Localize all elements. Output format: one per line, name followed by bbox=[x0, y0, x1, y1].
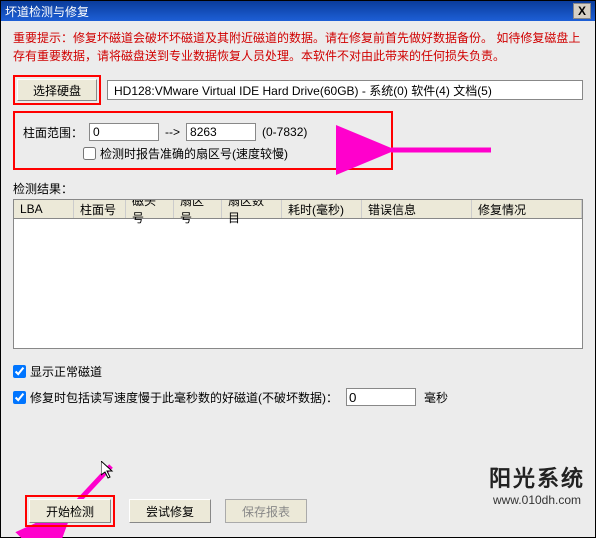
results-label: 检测结果： bbox=[13, 180, 583, 197]
slow-ms-input[interactable] bbox=[346, 388, 416, 406]
try-repair-button[interactable]: 尝试修复 bbox=[129, 499, 211, 523]
watermark-title: 阳光系统 bbox=[489, 461, 585, 493]
th-head[interactable]: 磁头号 bbox=[126, 200, 174, 218]
th-error[interactable]: 错误信息 bbox=[362, 200, 472, 218]
th-time[interactable]: 耗时(毫秒) bbox=[282, 200, 362, 218]
select-disk-button[interactable]: 选择硬盘 bbox=[17, 79, 97, 101]
include-slow-label: 修复时包括读写速度慢于此毫秒数的好磁道(不破坏数据)： bbox=[30, 389, 338, 406]
th-sector-count[interactable]: 扇区数目 bbox=[222, 200, 282, 218]
range-arrow: --> bbox=[165, 125, 180, 139]
accurate-sector-label: 检测时报告准确的扇区号(速度较慢) bbox=[100, 145, 288, 162]
range-to-input[interactable] bbox=[186, 123, 256, 141]
window-title: 坏道检测与修复 bbox=[5, 3, 573, 20]
accurate-sector-checkbox[interactable] bbox=[83, 147, 96, 160]
annotation-arrow-1 bbox=[381, 141, 491, 159]
range-label: 柱面范围： bbox=[23, 124, 83, 141]
include-slow-checkbox[interactable] bbox=[13, 391, 26, 404]
th-lba[interactable]: LBA bbox=[14, 200, 74, 218]
th-sector[interactable]: 扇区号 bbox=[174, 200, 222, 218]
show-normal-checkbox[interactable] bbox=[13, 365, 26, 378]
range-hint: (0-7832) bbox=[262, 125, 307, 139]
th-cylinder[interactable]: 柱面号 bbox=[74, 200, 126, 218]
watermark-url: www.010dh.com bbox=[489, 493, 585, 507]
slow-ms-unit: 毫秒 bbox=[424, 389, 448, 406]
th-repair[interactable]: 修复情况 bbox=[472, 200, 582, 218]
range-from-input[interactable] bbox=[89, 123, 159, 141]
warning-text: 重要提示：修复坏磁道会破坏坏磁道及其附近磁道的数据。请在修复前首先做好数据备份。… bbox=[13, 29, 583, 65]
start-scan-button[interactable]: 开始检测 bbox=[29, 499, 111, 523]
table-header: LBA 柱面号 磁头号 扇区号 扇区数目 耗时(毫秒) 错误信息 修复情况 bbox=[14, 200, 582, 219]
watermark: 阳光系统 www.010dh.com bbox=[489, 461, 585, 507]
disk-info-field: HD128:VMware Virtual IDE Hard Drive(60GB… bbox=[107, 80, 583, 100]
results-table[interactable]: LBA 柱面号 磁头号 扇区号 扇区数目 耗时(毫秒) 错误信息 修复情况 bbox=[13, 199, 583, 349]
cylinder-range-box: 柱面范围： --> (0-7832) 检测时报告准确的扇区号(速度较慢) bbox=[13, 111, 393, 170]
close-icon[interactable]: X bbox=[573, 3, 591, 19]
save-report-button[interactable]: 保存报表 bbox=[225, 499, 307, 523]
show-normal-label: 显示正常磁道 bbox=[30, 363, 102, 380]
